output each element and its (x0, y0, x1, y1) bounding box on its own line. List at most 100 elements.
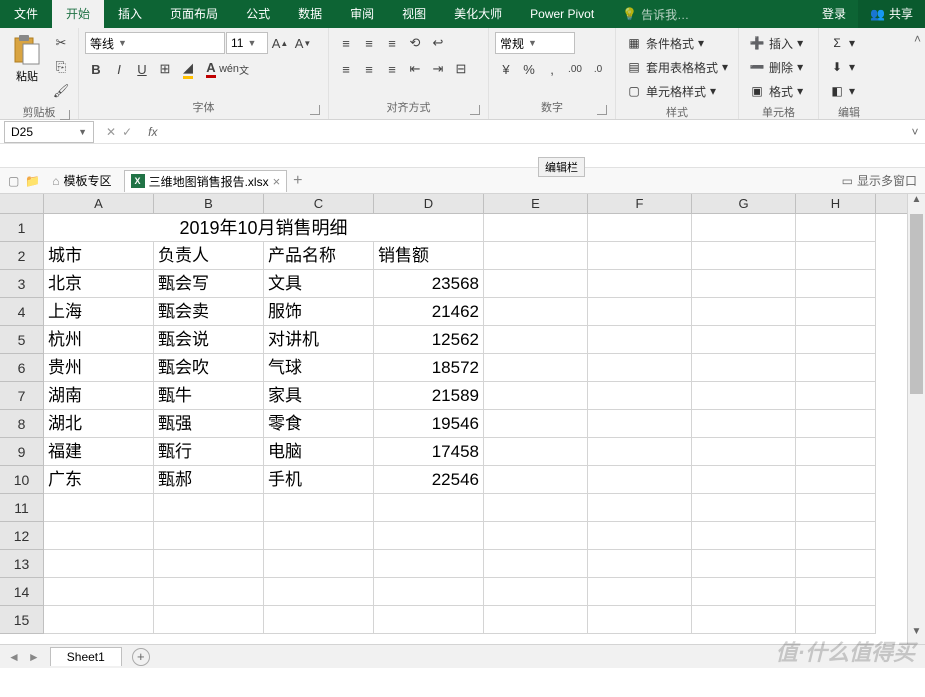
cell[interactable] (484, 410, 588, 438)
cell[interactable]: 销售额 (374, 242, 484, 270)
cell[interactable] (588, 578, 692, 606)
fill-button[interactable]: ⬇▾ (825, 56, 859, 78)
cell[interactable] (796, 606, 876, 634)
decrease-font-button[interactable]: A▼ (292, 32, 314, 54)
cell[interactable]: 对讲机 (264, 326, 374, 354)
cell[interactable]: 21589 (374, 382, 484, 410)
scrollbar-thumb[interactable] (910, 214, 923, 394)
cell[interactable] (588, 326, 692, 354)
cell[interactable] (796, 242, 876, 270)
multi-window-button[interactable]: ▭ 显示多窗口 (842, 172, 917, 189)
cell-styles-button[interactable]: ▢单元格样式▾ (622, 80, 720, 102)
cell[interactable] (796, 270, 876, 298)
cell[interactable] (588, 270, 692, 298)
tell-me[interactable]: 💡 告诉我… (608, 0, 703, 28)
tab-home[interactable]: 开始 (52, 0, 104, 28)
cell[interactable] (692, 242, 796, 270)
row-header[interactable]: 9 (0, 438, 44, 466)
cell[interactable]: 杭州 (44, 326, 154, 354)
sheet-nav-prev[interactable]: ◄ (8, 650, 20, 664)
cell[interactable] (692, 298, 796, 326)
cell[interactable]: 贵州 (44, 354, 154, 382)
cell[interactable] (796, 466, 876, 494)
cell[interactable]: 23568 (374, 270, 484, 298)
tab-file[interactable]: 文件 (0, 0, 52, 28)
column-header[interactable]: E (484, 194, 588, 213)
cell[interactable] (484, 298, 588, 326)
cell[interactable]: 文具 (264, 270, 374, 298)
autosum-button[interactable]: Σ▾ (825, 32, 859, 54)
row-header[interactable]: 12 (0, 522, 44, 550)
enter-formula-button[interactable]: ✓ (122, 125, 132, 139)
cell[interactable] (374, 550, 484, 578)
cell[interactable] (796, 550, 876, 578)
cell[interactable] (484, 550, 588, 578)
cell[interactable]: 甄郝 (154, 466, 264, 494)
share-button[interactable]: 👥 共享 (858, 0, 925, 28)
sheet-nav-next[interactable]: ► (28, 650, 40, 664)
tab-power-pivot[interactable]: Power Pivot (516, 0, 608, 28)
format-painter-button[interactable]: 🖌 (50, 80, 72, 102)
cell[interactable]: 零食 (264, 410, 374, 438)
cell[interactable] (264, 606, 374, 634)
phonetic-button[interactable]: wén文 (223, 58, 245, 80)
cell[interactable]: 甄牛 (154, 382, 264, 410)
cell[interactable] (692, 382, 796, 410)
expand-formula-button[interactable]: ˅ (905, 125, 925, 139)
italic-button[interactable]: I (108, 58, 130, 80)
currency-button[interactable]: ¥ (495, 58, 517, 80)
cell[interactable] (796, 494, 876, 522)
add-tab-button[interactable]: + (293, 172, 302, 190)
new-tab-icon[interactable]: ▢ (8, 174, 19, 188)
cell[interactable] (588, 438, 692, 466)
align-center-button[interactable]: ≡ (358, 58, 380, 80)
tab-insert[interactable]: 插入 (104, 0, 156, 28)
cell[interactable] (264, 494, 374, 522)
wrap-text-button[interactable]: ↩ (427, 32, 449, 54)
sheet-tab[interactable]: Sheet1 (50, 647, 122, 666)
cell[interactable]: 17458 (374, 438, 484, 466)
cell[interactable] (588, 522, 692, 550)
merge-button[interactable]: ⊟ (450, 58, 472, 80)
border-button[interactable]: ⊞ (154, 58, 176, 80)
cell[interactable] (692, 354, 796, 382)
cell[interactable] (484, 242, 588, 270)
cell[interactable] (44, 522, 154, 550)
row-header[interactable]: 3 (0, 270, 44, 298)
cut-button[interactable]: ✂ (50, 32, 72, 54)
cell[interactable]: 18572 (374, 354, 484, 382)
bold-button[interactable]: B (85, 58, 107, 80)
cell[interactable]: 甄会卖 (154, 298, 264, 326)
cell[interactable]: 电脑 (264, 438, 374, 466)
align-right-button[interactable]: ≡ (381, 58, 403, 80)
collapse-ribbon-button[interactable]: ˄ (910, 28, 925, 119)
cell[interactable]: 产品名称 (264, 242, 374, 270)
number-format-combo[interactable]: 常规▼ (495, 32, 575, 54)
cell[interactable]: 福建 (44, 438, 154, 466)
cell[interactable]: 22546 (374, 466, 484, 494)
cell[interactable] (154, 550, 264, 578)
cell[interactable] (484, 466, 588, 494)
cell[interactable] (588, 214, 692, 242)
cell[interactable] (796, 410, 876, 438)
cell[interactable]: 上海 (44, 298, 154, 326)
column-header[interactable]: D (374, 194, 484, 213)
cell[interactable] (588, 606, 692, 634)
cell-title[interactable]: 2019年10月销售明细 (44, 214, 484, 242)
cell[interactable] (692, 606, 796, 634)
cell[interactable] (264, 550, 374, 578)
comma-button[interactable]: , (541, 58, 563, 80)
align-top-button[interactable]: ≡ (335, 32, 357, 54)
fx-icon[interactable]: fx (140, 125, 165, 139)
cell[interactable]: 湖南 (44, 382, 154, 410)
font-name-combo[interactable]: 等线▼ (85, 32, 225, 54)
cell[interactable] (692, 438, 796, 466)
login-button[interactable]: 登录 (810, 0, 858, 28)
cell[interactable] (588, 466, 692, 494)
folder-icon[interactable]: 📁 (25, 174, 40, 188)
cell[interactable]: 19546 (374, 410, 484, 438)
column-header[interactable]: F (588, 194, 692, 213)
row-header[interactable]: 6 (0, 354, 44, 382)
cell[interactable] (484, 494, 588, 522)
cell[interactable] (484, 438, 588, 466)
